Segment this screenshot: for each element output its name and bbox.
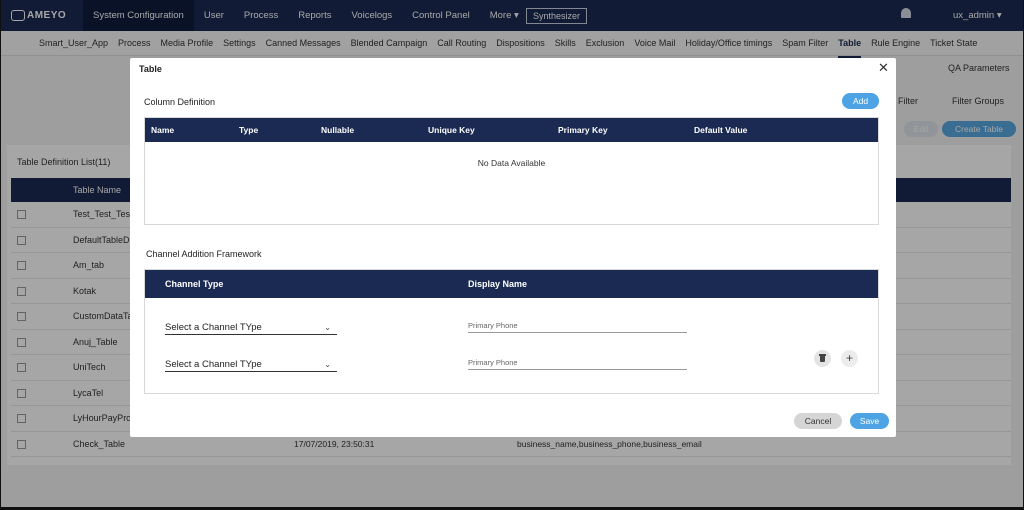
col-header-default-value: Default Value (694, 125, 748, 135)
chevron-down-icon: ⌄ (324, 323, 331, 332)
save-button[interactable]: Save (850, 413, 889, 429)
add-column-button[interactable]: Add (842, 93, 879, 109)
display-name-input[interactable] (468, 319, 687, 333)
modal-title: Table (139, 64, 162, 74)
col-header-primary-key: Primary Key (558, 125, 608, 135)
channel-table: Channel Type Display Name Select a Chann… (144, 269, 879, 394)
display-name-input[interactable] (468, 356, 687, 370)
table-modal: Table ✕ Column Definition Add Name Type … (130, 58, 896, 437)
col-header-unique-key: Unique Key (428, 125, 475, 135)
channel-type-select[interactable]: Select a Channel TYpe ⌄ (165, 358, 337, 372)
cancel-button[interactable]: Cancel (794, 413, 842, 429)
channel-framework-label: Channel Addition Framework (146, 249, 262, 259)
channel-type-value: Select a Channel TYpe (165, 322, 262, 333)
col-header-display-name: Display Name (468, 279, 528, 289)
col-header-channel-type: Channel Type (165, 279, 224, 289)
column-definition-header: Name Type Nullable Unique Key Primary Ke… (145, 118, 878, 142)
col-header-name: Name (151, 125, 175, 135)
display-name-field[interactable] (468, 356, 687, 369)
chevron-down-icon: ⌄ (324, 360, 331, 369)
plus-icon[interactable]: + (841, 350, 858, 367)
channel-type-value: Select a Channel TYpe (165, 359, 262, 370)
channel-type-select[interactable]: Select a Channel TYpe ⌄ (165, 321, 337, 335)
app-background: AMEYO System Configuration User Process … (1, 0, 1023, 507)
channel-table-header: Channel Type Display Name (145, 270, 878, 298)
column-definition-label: Column Definition (144, 97, 216, 107)
trash-icon[interactable] (814, 350, 831, 367)
display-name-field[interactable] (468, 319, 687, 332)
col-header-nullable: Nullable (321, 125, 355, 135)
close-icon[interactable]: ✕ (878, 61, 889, 75)
column-definition-table: Name Type Nullable Unique Key Primary Ke… (144, 117, 879, 225)
no-data-message: No Data Available (477, 158, 546, 168)
col-header-type: Type (239, 125, 259, 135)
